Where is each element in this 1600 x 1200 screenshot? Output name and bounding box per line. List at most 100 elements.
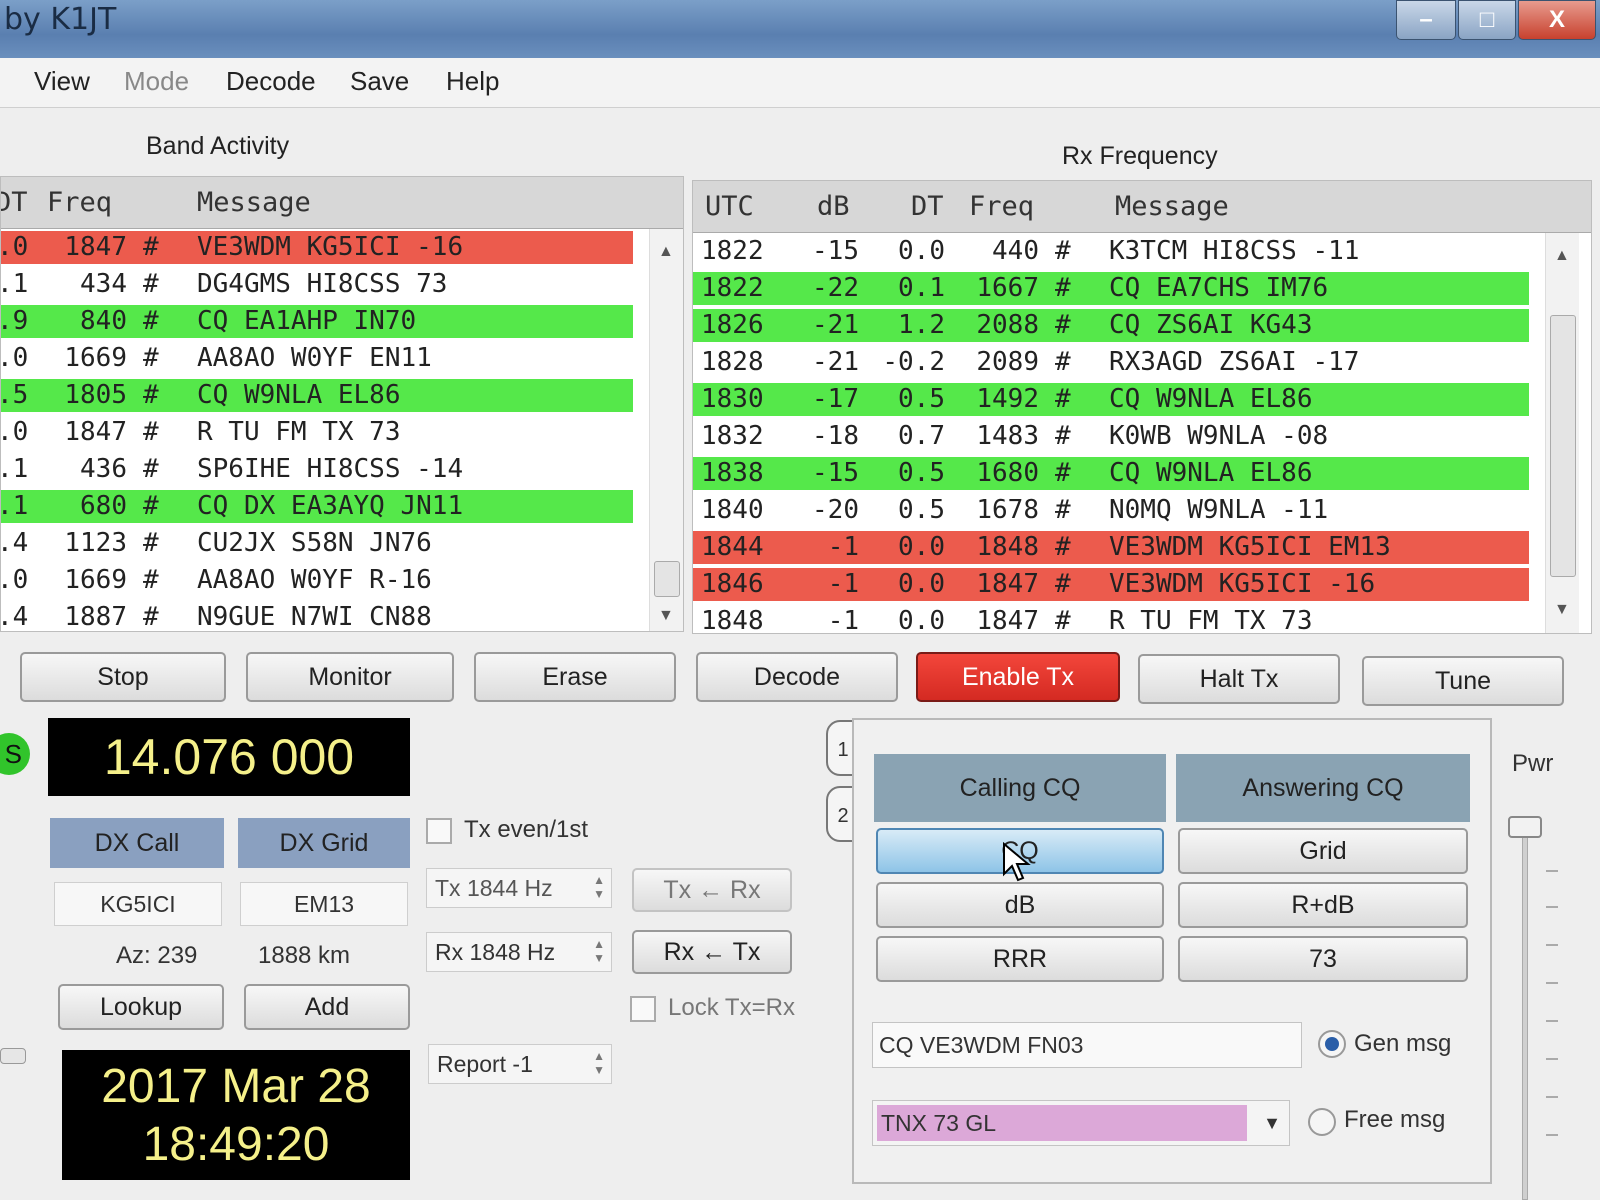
cell-msg: CQ W9NLA EL86: [1109, 458, 1313, 488]
table-row[interactable]: .4 1123 # CU2JX S58N JN76: [1, 525, 683, 562]
scroll-up-icon[interactable]: ▲: [658, 243, 674, 261]
scroll-up-icon[interactable]: ▲: [1554, 247, 1570, 265]
menu-view[interactable]: View: [34, 66, 90, 97]
gen-msg-input[interactable]: CQ VE3WDM FN03: [872, 1022, 1302, 1068]
menu-save[interactable]: Save: [350, 66, 409, 97]
tx-frequency-spinbox[interactable]: Tx 1844 Hz ▲ ▼: [426, 868, 612, 908]
power-slider-track[interactable]: [1522, 820, 1528, 1200]
enable-tx-button[interactable]: Enable Tx: [916, 652, 1120, 702]
band-activity-label: Band Activity: [146, 132, 290, 160]
report-spinbox[interactable]: Report -1 ▲ ▼: [428, 1044, 612, 1084]
table-row[interactable]: .1 434 # DG4GMS HI8CSS 73: [1, 266, 683, 303]
table-row[interactable]: 1830 -17 0.5 1492 # CQ W9NLA EL86: [693, 381, 1591, 418]
r-db-button[interactable]: R+dB: [1178, 882, 1468, 928]
dropdown-arrow-icon[interactable]: ▼: [1263, 1101, 1281, 1145]
table-row[interactable]: 1844 -1 0.0 1848 # VE3WDM KG5ICI EM13: [693, 529, 1591, 566]
stop-button[interactable]: Stop: [20, 652, 226, 702]
73-button[interactable]: 73: [1178, 936, 1468, 982]
table-row[interactable]: 1838 -15 0.5 1680 # CQ W9NLA EL86: [693, 455, 1591, 492]
dx-grid-input[interactable]: EM13: [240, 882, 408, 926]
gen-msg-radio[interactable]: [1318, 1030, 1346, 1058]
cell-freq: 1678: [976, 495, 1039, 525]
table-row[interactable]: 1840 -20 0.5 1678 # N0MQ W9NLA -11: [693, 492, 1591, 529]
monitor-button[interactable]: Monitor: [246, 652, 454, 702]
table-row[interactable]: 1826 -21 1.2 2088 # CQ ZS6AI KG43: [693, 307, 1591, 344]
cell-dt: 0.1: [898, 273, 945, 303]
table-row[interactable]: 1828 -21 -0.2 2089 # RX3AGD ZS6AI -17: [693, 344, 1591, 381]
band-activity-scrollbar[interactable]: ▲ ▼: [649, 229, 683, 631]
table-row[interactable]: 1848 -1 0.0 1847 # R TU FM TX 73: [693, 603, 1591, 634]
tx-even-checkbox[interactable]: [426, 818, 452, 844]
cell-flag: #: [143, 602, 159, 632]
table-row[interactable]: 1822 -15 0.0 440 # K3TCM HI8CSS -11: [693, 233, 1591, 270]
scroll-thumb[interactable]: [1550, 315, 1576, 577]
cell-utc: 1826: [701, 310, 764, 340]
cell-freq: 1123: [64, 528, 127, 558]
maximize-button[interactable]: □: [1458, 0, 1516, 40]
cell-flag: #: [1055, 310, 1071, 340]
band-activity-table[interactable]: DT Freq Message .0 1847 # VE3WDM KG5ICI -16…: [0, 176, 684, 632]
rx-frequency-spinbox[interactable]: Rx 1848 Hz ▲ ▼: [426, 932, 612, 972]
cell-dt: .1: [0, 491, 29, 521]
scroll-down-icon[interactable]: ▼: [658, 607, 674, 625]
table-row[interactable]: 1846 -1 0.0 1847 # VE3WDM KG5ICI -16: [693, 566, 1591, 603]
tune-button[interactable]: Tune: [1362, 656, 1564, 706]
spin-arrows-icon[interactable]: ▲ ▼: [593, 873, 605, 901]
left-slider-handle[interactable]: [0, 1048, 26, 1064]
decode-button[interactable]: Decode: [696, 652, 898, 702]
free-msg-combobox[interactable]: TNX 73 GL ▼: [872, 1100, 1290, 1146]
table-row[interactable]: 1822 -22 0.1 1667 # CQ EA7CHS IM76: [693, 270, 1591, 307]
dial-frequency-display: 14.076 000: [48, 718, 410, 796]
rx-frequency-value: Rx 1848 Hz: [435, 939, 556, 965]
erase-button[interactable]: Erase: [474, 652, 676, 702]
rx-from-tx-button[interactable]: Rx ← Tx: [632, 930, 792, 974]
halt-tx-button[interactable]: Halt Tx: [1138, 654, 1340, 704]
table-row[interactable]: .4 1887 # N9GUE N7WI CN88: [1, 599, 683, 632]
rx-frequency-scrollbar[interactable]: ▲ ▼: [1545, 233, 1579, 633]
cell-freq: 840: [80, 306, 127, 336]
cell-freq: 436: [80, 454, 127, 484]
table-row[interactable]: .1 436 # SP6IHE HI8CSS -14: [1, 451, 683, 488]
cell-dt: -0.2: [882, 347, 945, 377]
cell-flag: #: [1055, 495, 1071, 525]
add-button[interactable]: Add: [244, 984, 410, 1030]
table-row[interactable]: .0 1669 # AA8AO W0YF EN11: [1, 340, 683, 377]
cell-dt: .0: [0, 232, 29, 262]
close-button[interactable]: X: [1518, 0, 1596, 40]
lock-tx-rx-checkbox[interactable]: [630, 996, 656, 1022]
cell-msg: CU2JX S58N JN76: [197, 528, 432, 558]
dx-call-input[interactable]: KG5ICI: [54, 882, 222, 926]
cell-utc: 1848: [701, 606, 764, 634]
scroll-down-icon[interactable]: ▼: [1554, 601, 1570, 619]
menu-help[interactable]: Help: [446, 66, 499, 97]
table-row[interactable]: .0 1669 # AA8AO W0YF R-16: [1, 562, 683, 599]
cell-freq: 1667: [976, 273, 1039, 303]
cell-flag: #: [1055, 569, 1071, 599]
dx-grid-label: DX Grid: [238, 818, 410, 868]
table-row[interactable]: 1832 -18 0.7 1483 # K0WB W9NLA -08: [693, 418, 1591, 455]
spin-arrows-icon[interactable]: ▲ ▼: [593, 1049, 605, 1077]
table-row[interactable]: .5 1805 # CQ W9NLA EL86: [1, 377, 683, 414]
rx-frequency-table[interactable]: UTC dB DT Freq Message 1822 -15 0.0 440 # K3T…: [692, 180, 1592, 634]
tx-from-rx-button[interactable]: Tx ← Rx: [632, 868, 792, 912]
free-msg-radio[interactable]: [1308, 1108, 1336, 1136]
col-message: Message: [197, 187, 311, 218]
table-row[interactable]: .0 1847 # VE3WDM KG5ICI -16: [1, 229, 683, 266]
table-row[interactable]: .1 680 # CQ DX EA3AYQ JN11: [1, 488, 683, 525]
rrr-button[interactable]: RRR: [876, 936, 1164, 982]
cell-db: -1: [827, 606, 859, 634]
spin-arrows-icon[interactable]: ▲ ▼: [593, 937, 605, 965]
menu-decode[interactable]: Decode: [226, 66, 316, 97]
grid-button[interactable]: Grid: [1178, 828, 1468, 874]
table-row[interactable]: .0 1847 # R TU FM TX 73: [1, 414, 683, 451]
cell-msg: N9GUE N7WI CN88: [197, 602, 432, 632]
table-row[interactable]: .9 840 # CQ EA1AHP IN70: [1, 303, 683, 340]
cell-db: -21: [812, 310, 859, 340]
db-button[interactable]: dB: [876, 882, 1164, 928]
cell-flag: #: [1055, 236, 1071, 266]
scroll-thumb[interactable]: [654, 561, 680, 597]
power-slider-handle[interactable]: [1508, 816, 1542, 838]
menu-mode[interactable]: Mode: [124, 66, 189, 97]
lookup-button[interactable]: Lookup: [58, 984, 224, 1030]
minimize-button[interactable]: –: [1396, 0, 1456, 40]
